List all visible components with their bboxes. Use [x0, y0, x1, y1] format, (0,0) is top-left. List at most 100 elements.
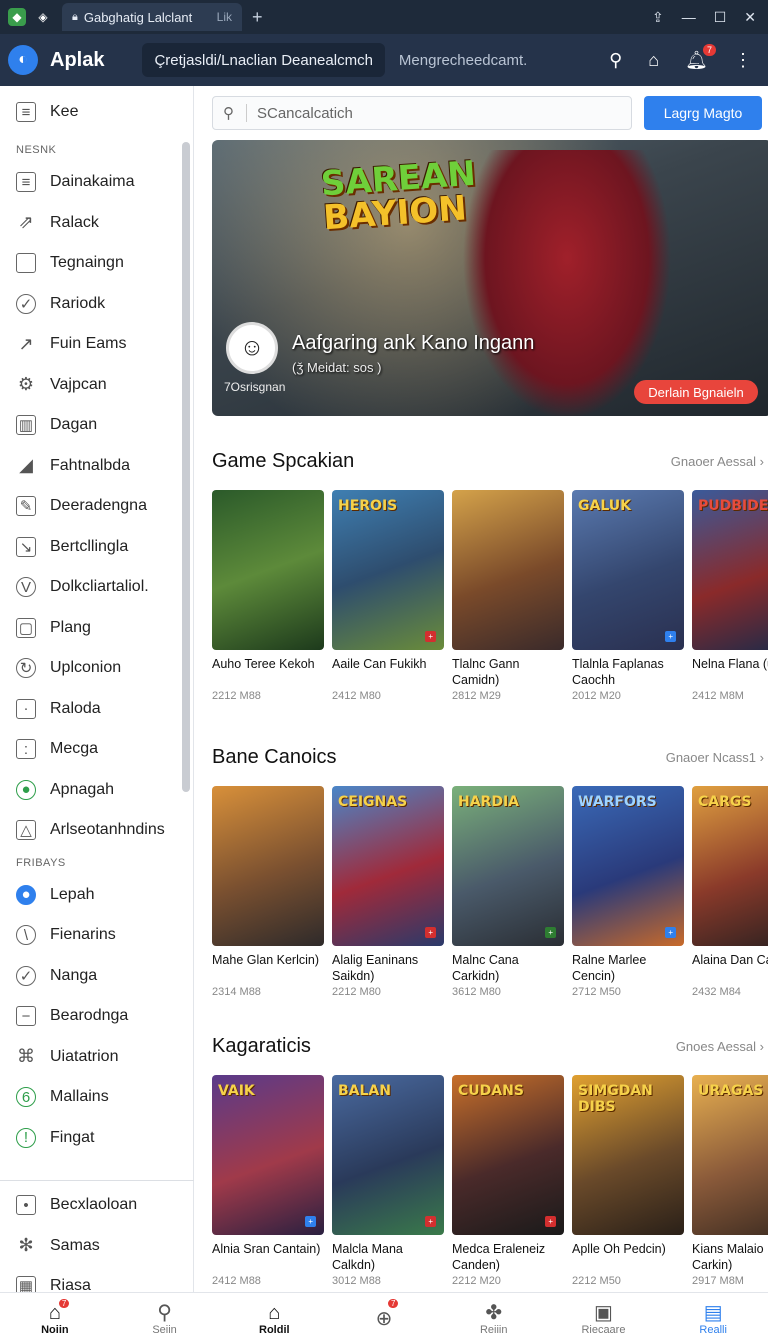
game-card[interactable]: HEROIS + Aaile Can Fukikh 2412 M80 — [332, 490, 444, 702]
game-card[interactable]: GALUK + Tlalnla Faplanas Caochh 2012 M20 — [572, 490, 684, 702]
nav-add[interactable]: ⊕ 7 — [329, 1293, 439, 1344]
game-card[interactable]: PUDBIDE Nelna Flana (ualkdi) 2412 M8M — [692, 490, 768, 702]
cover-title: CUDANS — [458, 1083, 524, 1099]
nav-library[interactable]: ⌂ Roldil — [219, 1293, 329, 1344]
extension-icon[interactable]: ◈ — [34, 8, 52, 26]
sidebar-item[interactable]: ↻ Uplconion — [0, 648, 193, 689]
game-card[interactable]: Auho Teree Kekoh 2212 M88 — [212, 490, 324, 702]
info-circle-icon: ! — [16, 1127, 36, 1148]
more-label: Gnaoer Aessal — [670, 454, 757, 469]
game-card[interactable]: SIMGDAN DIBS Aplle Oh Pedcin) 2212 M50 — [572, 1075, 684, 1287]
sidebar-item[interactable]: ◢ Fahtnalbda — [0, 446, 193, 487]
nav-store[interactable]: ▣ Riecaare — [549, 1293, 659, 1344]
nav-badge: 7 — [58, 1299, 70, 1308]
hero-cta-button[interactable]: Derlain Bgnaieln — [634, 380, 758, 404]
sidebar-item[interactable]: ▢ Plang — [0, 608, 193, 649]
browser-tab[interactable]: 🔒︎ Gabghatig Lalclant Lik — [62, 3, 242, 31]
sidebar-item[interactable]: ≡ Dainakaima — [0, 162, 193, 203]
more-vert-icon[interactable]: ⋮ — [734, 50, 752, 71]
primary-button[interactable]: Lagrg Magto — [644, 96, 762, 130]
share-icon[interactable]: ⇪ — [652, 9, 664, 26]
sidebar-item[interactable]: − Bearodnga — [0, 996, 193, 1037]
sidebar-item[interactable]: ▥ Dagan — [0, 405, 193, 446]
game-card[interactable]: WARFORS + Ralne Marlee Cencin) 2712 M50 — [572, 786, 684, 998]
header-actions: ⚲ ⌂ 🔔︎ 7 ⋮ — [609, 43, 752, 71]
url-field[interactable]: Çretjasldi/Lnaclian Deanealcmch — [142, 43, 385, 77]
game-card[interactable]: URAGAS Kians Malaio Carkin) 2917 M8M — [692, 1075, 768, 1287]
maximize-icon[interactable]: ☐ — [714, 9, 727, 26]
sidebar-item[interactable]: ● Lepah — [0, 875, 193, 916]
nav-games[interactable]: ✤ Reiiin — [439, 1293, 549, 1344]
sidebar-item[interactable]: Tegnaingn — [0, 243, 193, 284]
sidebar-item[interactable]: ✓ Nanga — [0, 956, 193, 997]
game-card[interactable]: CEIGNAS + Alalig Eaninans Saikdn) 2212 M80 — [332, 786, 444, 998]
game-cover: CUDANS + — [452, 1075, 564, 1235]
sidebar-item[interactable]: • Becxlaoloan — [0, 1185, 194, 1226]
sidebar-item[interactable]: 6 Mallains — [0, 1077, 193, 1118]
home-icon[interactable]: ⌂ — [648, 50, 659, 71]
analytics-icon: ◢ — [19, 455, 33, 476]
sidebar-item[interactable]: △ Arlseotanhndins — [0, 810, 193, 851]
sidebar-item[interactable]: ⌘ Uiatatrion — [0, 1037, 193, 1078]
hero-game-logo: SAREAN BAYION — [320, 154, 479, 239]
sidebar-item-label: Kee — [50, 103, 79, 120]
sidebar-item[interactable]: V Dolkcliartaliol. — [0, 567, 193, 608]
sidebar-item[interactable]: ✎ Deeradengna — [0, 486, 193, 527]
hero-banner[interactable]: SAREAN BAYION ☺ 7Osrisgnan Aafgaring ank… — [212, 140, 768, 416]
sidebar-item[interactable]: \ Fienarins — [0, 915, 193, 956]
nav-profile[interactable]: ▤ Realli — [658, 1293, 768, 1344]
game-size: 2212 M80 — [332, 986, 381, 998]
sidebar-item[interactable]: : Mecga — [0, 729, 193, 770]
sidebar-item[interactable]: · Raloda — [0, 689, 193, 730]
nav-home[interactable]: ⌂ Noiin 7 — [0, 1293, 110, 1344]
close-window-icon[interactable]: ✕ — [744, 9, 756, 26]
cover-title: CEIGNAS — [338, 794, 408, 810]
check-circle-icon: ✓ — [16, 293, 36, 314]
section-more-link[interactable]: Gnaoer Aessal › — [671, 454, 764, 469]
sidebar-item[interactable]: ✓ Rariodk — [0, 284, 193, 325]
app-logo-icon[interactable]: ◐ — [8, 45, 38, 75]
sidebar-item-top[interactable]: ≡ Kee — [0, 86, 193, 138]
search-input[interactable]: ⚲ SCancalcatich — [212, 96, 632, 130]
sidebar-item-label: Becxlaoloan — [50, 1196, 138, 1214]
section-more-link[interactable]: Gnaoer Ncass1 › — [666, 750, 764, 765]
sidebar-item-label: Arlseotanhndins — [50, 821, 165, 839]
doc-shape-icon: △ — [16, 820, 36, 841]
game-card[interactable]: HARDIA + Malnc Cana Carkidn) 3612 M80 — [452, 786, 564, 998]
tab-close-label[interactable]: Lik — [217, 10, 232, 24]
sidebar-item[interactable]: ⚙ Vajpcan — [0, 365, 193, 406]
game-row: Auho Teree Kekoh 2212 M88 HEROIS + Aaile Ca… — [212, 490, 768, 702]
rating-tag: + — [665, 631, 676, 642]
sidebar-item[interactable]: ! Fingat — [0, 1118, 193, 1159]
sidebar-item[interactable]: ✻ Samas — [0, 1226, 194, 1267]
game-card[interactable]: VAIK + Alnia Sran Cantain) 2412 M88 — [212, 1075, 324, 1287]
sidebar-item[interactable]: ⇗ Ralack — [0, 203, 193, 244]
game-name: Alnia Sran Cantain) — [212, 1242, 321, 1256]
notification-icon[interactable]: 🔔︎ 7 — [685, 43, 716, 71]
game-card[interactable]: CARGS Alaina Dan Caolcor) 2432 M84 — [692, 786, 768, 998]
sidebar-item-label: Ralack — [50, 213, 99, 231]
house-filled-icon: ⌂ — [268, 1301, 281, 1324]
game-card[interactable]: BALAN + Malcla Mana Calkdn) 3012 M88 — [332, 1075, 444, 1287]
sidebar-item[interactable]: ↘ Bertcllingla — [0, 527, 193, 568]
game-card[interactable]: CUDANS + Medca Eraleneiz Canden) 2212 M20 — [452, 1075, 564, 1287]
nav-search[interactable]: ⚲ Seiin — [110, 1293, 220, 1344]
app-header: ◐ Aplak Çretjasldi/Lnaclian Deanealcmch … — [0, 34, 768, 86]
sidebar-item-label: Mecga — [50, 740, 99, 758]
sidebar-item-label: Fuin Eams — [50, 335, 127, 353]
sidebar-item[interactable]: ● Apnagah — [0, 770, 193, 811]
search-icon[interactable]: ⚲ — [609, 50, 622, 71]
nav-label: Seiin — [152, 1323, 177, 1336]
minimize-icon[interactable]: — — [682, 9, 696, 26]
game-card[interactable]: Mahe Glan Kerlcin) 2314 M88 — [212, 786, 324, 998]
game-name: Medca Eraleneiz Canden) — [452, 1242, 546, 1272]
game-card[interactable]: Tlalnc Gann Camidn) 2812 M29 — [452, 490, 564, 702]
sidebar-item[interactable]: ↗ Fuin Eams — [0, 324, 193, 365]
nav-label: Roldil — [259, 1323, 290, 1336]
cover-title: URAGAS — [698, 1083, 764, 1099]
app-favicon-icon: ◆ — [8, 8, 26, 26]
section-more-link[interactable]: Gnoes Aessal › — [676, 1039, 764, 1054]
nav-label: Riecaare — [581, 1323, 626, 1336]
sidebar-scrollbar[interactable] — [182, 142, 190, 792]
new-tab-button[interactable]: + — [252, 7, 263, 28]
